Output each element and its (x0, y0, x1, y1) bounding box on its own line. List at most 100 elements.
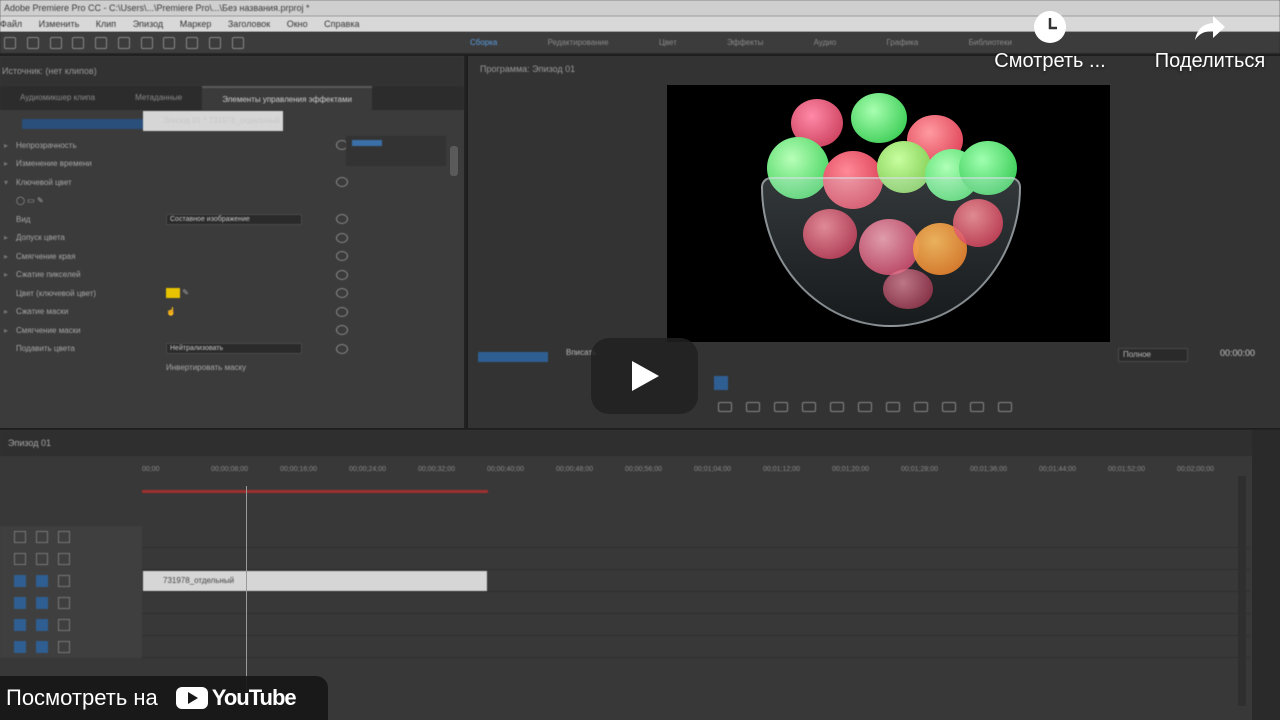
key-color-swatch[interactable] (166, 288, 180, 299)
view-dropdown[interactable]: Составное изображение (166, 213, 302, 225)
effect-row[interactable]: Вид Составное изображение (4, 210, 460, 229)
menu-item-sequence[interactable]: Эпизод (133, 19, 163, 29)
mask-tools[interactable]: ◯ ▭ ✎ (16, 196, 166, 205)
reset-icon[interactable] (336, 269, 348, 280)
reset-icon[interactable] (336, 325, 348, 336)
effect-row[interactable]: ▸ Сжатие пикселей (4, 266, 460, 285)
play-icon[interactable] (858, 402, 872, 412)
reset-icon[interactable] (336, 214, 348, 225)
effect-row[interactable]: ▸ Сжатие маски ☝ (4, 303, 460, 322)
ripple-edit-tool-icon[interactable] (49, 37, 62, 49)
workspace-tab[interactable]: Аудио (814, 38, 837, 47)
effect-controls-scrollbar[interactable] (450, 146, 458, 176)
reset-icon[interactable] (336, 288, 348, 299)
reset-icon[interactable] (336, 343, 348, 354)
mark-out-icon[interactable] (774, 402, 788, 412)
extract-icon[interactable] (970, 402, 984, 412)
zoom-tool-icon[interactable] (231, 37, 244, 49)
disclosure-arrow-icon[interactable]: ▸ (4, 141, 16, 150)
transport-controls (718, 402, 1012, 412)
effect-label: Смягчение маски (16, 325, 81, 335)
workspace-tab[interactable]: Редактирование (548, 38, 609, 47)
disclosure-arrow-icon[interactable]: ▾ (4, 178, 16, 187)
effect-row[interactable]: Подавить цвета Нейтрализовать (4, 340, 460, 359)
youtube-logo: YouTube (175, 685, 297, 711)
rate-stretch-tool-icon[interactable] (95, 37, 108, 49)
pen-tool-icon[interactable] (186, 37, 199, 49)
effect-row[interactable]: Инвертировать маску (4, 358, 460, 377)
disclosure-arrow-icon[interactable]: ▸ (4, 307, 16, 316)
step-forward-icon[interactable] (886, 402, 900, 412)
invert-mask-checkbox[interactable]: Инвертировать маску (166, 363, 306, 372)
workspace-tab[interactable]: Графика (886, 38, 918, 47)
selection-tool-icon[interactable] (4, 37, 16, 49)
slide-tool-icon[interactable] (163, 37, 176, 49)
reset-icon[interactable] (336, 251, 348, 262)
slip-tool-icon[interactable] (140, 37, 153, 49)
share-label: Поделиться (1154, 50, 1266, 72)
track-v3 (0, 526, 1250, 548)
watch-on-youtube-bar[interactable]: Посмотреть на YouTube (0, 676, 328, 720)
track-select-tool-icon[interactable] (26, 37, 39, 49)
reset-icon[interactable] (336, 177, 348, 188)
menu-item-file[interactable]: Файл (0, 19, 22, 29)
playhead[interactable] (246, 486, 247, 706)
go-to-in-icon[interactable] (802, 402, 816, 412)
effect-label: Сжатие маски (16, 307, 69, 317)
go-to-out-icon[interactable] (914, 402, 928, 412)
hand-cursor-icon: ☝ (166, 307, 176, 317)
watch-later-button[interactable]: Смотреть ... (980, 10, 1120, 73)
mark-in-icon[interactable] (746, 402, 760, 412)
effect-mini-timeline[interactable] (346, 136, 446, 166)
workspace-tab[interactable]: Сборка (470, 38, 497, 47)
step-back-icon[interactable] (830, 402, 844, 412)
track-v2 (0, 548, 1250, 570)
effect-row[interactable]: Цвет (ключевой цвет) ✎ (4, 284, 460, 303)
workspace-tab[interactable]: Эффекты (727, 38, 763, 47)
suppress-dropdown[interactable]: Нейтрализовать (166, 343, 302, 355)
lift-icon[interactable] (942, 402, 956, 412)
disclosure-arrow-icon[interactable]: ▸ (4, 326, 16, 335)
menu-item-clip[interactable]: Клип (96, 19, 116, 29)
panel-tabs: Аудиомикшер клипа Метаданные Элементы уп… (0, 86, 464, 110)
time-ruler[interactable]: 00;00 00;00;08;00 00;00;16;00 00;00;24;00 00… (142, 466, 1252, 488)
timecode-display[interactable] (478, 352, 548, 362)
effect-row[interactable]: ▸ Смягчение края (4, 247, 460, 266)
effect-row[interactable]: ▸ Допуск цвета (4, 229, 460, 248)
program-monitor-panel: Программа: Эпизод 01 Вписать Полное 00:0… (468, 56, 1280, 428)
rolling-edit-tool-icon[interactable] (72, 37, 85, 49)
tab-effect-controls[interactable]: Элементы управления эффектами (202, 86, 372, 110)
razor-tool-icon[interactable] (117, 37, 130, 49)
menu-item-help[interactable]: Справка (324, 19, 359, 29)
menu-item-window[interactable]: Окно (287, 19, 308, 29)
reset-icon[interactable] (336, 306, 348, 317)
export-frame-icon[interactable] (998, 402, 1012, 412)
menu-item-edit[interactable]: Изменить (39, 19, 80, 29)
effect-controls-panel: Источник: (нет клипов) Аудиомикшер клипа… (0, 56, 466, 428)
marker-icon[interactable] (714, 376, 728, 390)
tab-metadata[interactable]: Метаданные (115, 86, 202, 110)
effect-row[interactable]: ▸ Смягчение маски (4, 321, 460, 340)
reset-icon[interactable] (336, 232, 348, 243)
timeline-scrollbar[interactable] (1238, 476, 1246, 706)
workspace-tab[interactable]: Цвет (659, 38, 677, 47)
add-marker-icon[interactable] (718, 402, 732, 412)
work-area-bar[interactable] (142, 490, 488, 493)
tab-audio-clip-mixer[interactable]: Аудиомикшер клипа (0, 86, 115, 110)
play-button[interactable] (591, 338, 698, 414)
effect-label: Изменение времени (16, 159, 92, 169)
video-clip[interactable]: 731978_отдельный (143, 571, 487, 591)
eyedropper-icon[interactable]: ✎ (182, 288, 189, 297)
effect-label: Допуск цвета (16, 233, 65, 243)
source-panel-title: Источник: (нет клипов) (0, 56, 464, 86)
share-button[interactable]: Поделиться (1140, 10, 1280, 73)
disclosure-arrow-icon[interactable]: ▸ (4, 233, 16, 242)
disclosure-arrow-icon[interactable]: ▸ (4, 159, 16, 168)
menu-item-marker[interactable]: Маркер (180, 19, 212, 29)
effect-row[interactable]: ▾ Ключевой цвет (4, 173, 460, 192)
hand-tool-icon[interactable] (209, 37, 222, 49)
disclosure-arrow-icon[interactable]: ▸ (4, 270, 16, 279)
menu-item-title[interactable]: Заголовок (228, 19, 270, 29)
zoom-dropdown[interactable]: Полное (1118, 348, 1188, 362)
disclosure-arrow-icon[interactable]: ▸ (4, 252, 16, 261)
